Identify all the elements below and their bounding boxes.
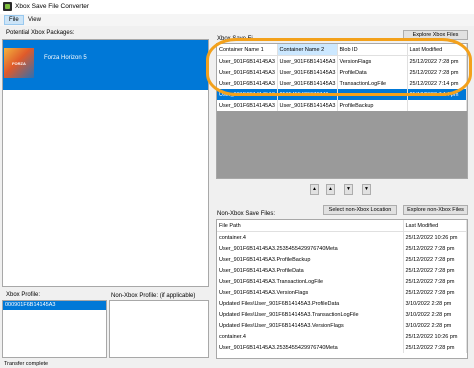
package-name: Forza Horizon 5: [44, 55, 87, 61]
cell-file-path: Updated Files\User_901F6B14145A3.Profile…: [217, 298, 404, 309]
cell-last-modified: 25/12/2022 10:26 pm: [403, 331, 467, 342]
xbox-profile-item[interactable]: 000901F6B14145A3: [3, 301, 106, 310]
cell-last-modified: 25/12/2022 7:28 pm: [403, 265, 467, 276]
list-item[interactable]: Updated Files\User_901F6B14145A3.Profile…: [217, 298, 467, 309]
cell-last-modified: [407, 100, 467, 111]
non-xbox-profile-label: Non-Xbox Profile: (if applicable): [111, 293, 196, 299]
window-title: Xbox Save File Converter: [15, 3, 90, 10]
cell-last-modified: 25/12/2022 7:28 pm: [403, 276, 467, 287]
non-xbox-saves-grid[interactable]: File Path Last Modified container.4 25/12…: [216, 219, 468, 359]
list-item[interactable]: Updated Files\User_901F6B14145A3.Transac…: [217, 309, 467, 320]
cell-blob-id: ProfileBackup: [337, 100, 408, 111]
select-non-xbox-location-button[interactable]: Select non-Xbox Location: [323, 205, 397, 215]
non-xbox-header-row: File Path Last Modified: [217, 220, 467, 232]
cell-container-2: User_901F6B14145A3: [277, 100, 338, 111]
cell-container-1: User_901F6B14145A3: [217, 100, 278, 111]
move-down-button[interactable]: ▼: [344, 184, 353, 195]
game-tile-brand: FORZA: [12, 61, 26, 66]
menu-file[interactable]: File: [4, 15, 24, 25]
non-xbox-saves-table: File Path Last Modified container.4 25/12…: [217, 220, 467, 353]
cell-last-modified: 3/10/2022 2:28 pm: [403, 320, 467, 331]
list-item[interactable]: container.4 25/12/2022 10:26 pm: [217, 231, 467, 243]
cell-file-path: container.4: [217, 231, 404, 243]
cell-file-path: User_901F6B14145A3.VersionFlags: [217, 287, 404, 298]
packages-label: Potential Xbox Packages:: [6, 30, 75, 36]
cell-last-modified: 25/12/2022 7:28 pm: [403, 254, 467, 265]
cell-file-path: Updated Files\User_901F6B14145A3.Transac…: [217, 309, 404, 320]
cell-file-path: User_901F6B14145A3.2535455429976740Meta: [217, 342, 404, 353]
menu-bar: [0, 14, 474, 26]
list-item[interactable]: Updated Files\User_901F6B14145A3.Version…: [217, 320, 467, 331]
cell-file-path: User_901F6B14145A3.ProfileData: [217, 265, 404, 276]
list-item[interactable]: container.4 25/12/2022 10:26 pm: [217, 331, 467, 342]
annotation-highlight-oval: [206, 38, 472, 96]
cell-last-modified: 25/12/2022 10:26 pm: [403, 231, 467, 243]
non-xbox-saves-label: Non-Xbox Save Files:: [217, 211, 276, 217]
cell-last-modified: 25/12/2022 7:28 pm: [403, 287, 467, 298]
cell-last-modified: 3/10/2022 2:28 pm: [403, 309, 467, 320]
cell-last-modified: 25/12/2022 7:28 pm: [403, 243, 467, 254]
move-up-button[interactable]: ▲: [310, 184, 319, 195]
arrow-up-icon: ▲: [328, 186, 333, 192]
list-item[interactable]: User_901F6B14145A3.2535455429976740Meta 2…: [217, 243, 467, 254]
explore-non-xbox-files-button[interactable]: Explore non-Xbox Files: [403, 205, 468, 215]
cell-file-path: Updated Files\User_901F6B14145A3.Version…: [217, 320, 404, 331]
cell-last-modified: 3/10/2022 2:28 pm: [403, 298, 467, 309]
col-file-path[interactable]: File Path: [217, 220, 404, 232]
arrow-down-icon: ▼: [346, 186, 351, 192]
list-item[interactable]: User_901F6B14145A3.TransactionLogFile 25/…: [217, 276, 467, 287]
arrow-up-icon: ▲: [312, 186, 317, 192]
table-row[interactable]: User_901F6B14145A3 User_901F6B14145A3 Pr…: [217, 100, 467, 111]
list-item[interactable]: User_901F6B14145A3.ProfileData 25/12/2022…: [217, 265, 467, 276]
cell-file-path: User_901F6B14145A3.ProfileBackup: [217, 254, 404, 265]
list-item[interactable]: User_901F6B14145A3.VersionFlags 25/12/202…: [217, 287, 467, 298]
col-last-modified[interactable]: Last Modified: [403, 220, 467, 232]
non-xbox-profile-list[interactable]: [109, 300, 209, 358]
arrow-down-icon: ▼: [364, 186, 369, 192]
status-bar: [0, 360, 474, 368]
xbox-profile-label: Xbox Profile:: [6, 292, 41, 298]
cell-file-path: container.4: [217, 331, 404, 342]
move-up-all-button[interactable]: ▲: [326, 184, 335, 195]
list-item[interactable]: User_901F6B14145A3.2535455429976740Meta 2…: [217, 342, 467, 353]
move-down-all-button[interactable]: ▼: [362, 184, 371, 195]
status-text: Transfer complete: [4, 361, 49, 367]
cell-file-path: User_901F6B14145A3.2535455429976740Meta: [217, 243, 404, 254]
cell-file-path: User_901F6B14145A3.TransactionLogFile: [217, 276, 404, 287]
list-item[interactable]: User_901F6B14145A3.ProfileBackup 25/12/20…: [217, 254, 467, 265]
menu-view[interactable]: View: [24, 15, 45, 25]
cell-last-modified: 25/12/2022 7:28 pm: [403, 342, 467, 353]
xbox-converter-app-icon: [3, 2, 12, 11]
